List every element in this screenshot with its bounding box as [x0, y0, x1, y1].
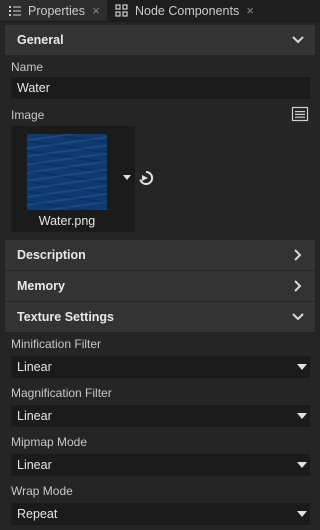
section-general-header[interactable]: General [5, 25, 315, 55]
wrap-mode-value: Repeat [17, 507, 58, 521]
image-dropdown-icon[interactable] [123, 175, 131, 180]
mipmap-mode-label: Mipmap Mode [11, 435, 88, 449]
minification-filter-select[interactable]: Linear [11, 356, 310, 378]
tab-bar: Properties × Node Components × [0, 0, 320, 22]
close-icon[interactable]: × [245, 3, 255, 18]
magnification-filter-value: Linear [17, 409, 52, 423]
chevron-down-icon [292, 313, 304, 321]
name-field[interactable]: Water [11, 77, 310, 99]
close-icon[interactable]: × [91, 3, 101, 18]
chevron-down-icon [292, 36, 304, 44]
minification-filter-value: Linear [17, 360, 52, 374]
section-memory-title: Memory [17, 279, 65, 293]
tab-node-components[interactable]: Node Components × [107, 0, 261, 21]
section-memory-header[interactable]: Memory [5, 271, 315, 301]
section-description-title: Description [17, 248, 86, 262]
chevron-down-icon [297, 511, 307, 517]
wrap-mode-label: Wrap Mode [11, 484, 73, 498]
section-general-title: General [17, 33, 64, 47]
reset-icon[interactable] [138, 170, 154, 186]
properties-panel: General Name Water Image Water.png Descr… [0, 22, 320, 530]
list-icon [8, 4, 22, 18]
mipmap-mode-select[interactable]: Linear [11, 454, 310, 476]
section-texture-settings-header[interactable]: Texture Settings [5, 302, 315, 332]
image-filename: Water.png [38, 214, 96, 228]
browse-icon[interactable] [291, 106, 309, 122]
image-label: Image [11, 108, 45, 122]
chevron-down-icon [297, 462, 307, 468]
chevron-down-icon [297, 364, 307, 370]
image-preview[interactable]: Water.png [11, 126, 135, 232]
components-icon [115, 4, 129, 18]
texture-thumbnail [27, 134, 107, 210]
magnification-filter-label: Magnification Filter [11, 386, 112, 400]
wrap-mode-select[interactable]: Repeat [11, 503, 310, 525]
magnification-filter-select[interactable]: Linear [11, 405, 310, 427]
tab-properties[interactable]: Properties × [0, 0, 107, 21]
tab-properties-label: Properties [28, 3, 85, 18]
name-label: Name [11, 60, 44, 74]
tab-node-components-label: Node Components [134, 3, 240, 18]
section-texture-settings-title: Texture Settings [17, 310, 115, 324]
chevron-down-icon [297, 413, 307, 419]
mipmap-mode-value: Linear [17, 458, 52, 472]
minification-filter-label: Minification Filter [11, 337, 102, 351]
chevron-right-icon [294, 249, 302, 261]
section-description-header[interactable]: Description [5, 240, 315, 270]
chevron-right-icon [294, 280, 302, 292]
